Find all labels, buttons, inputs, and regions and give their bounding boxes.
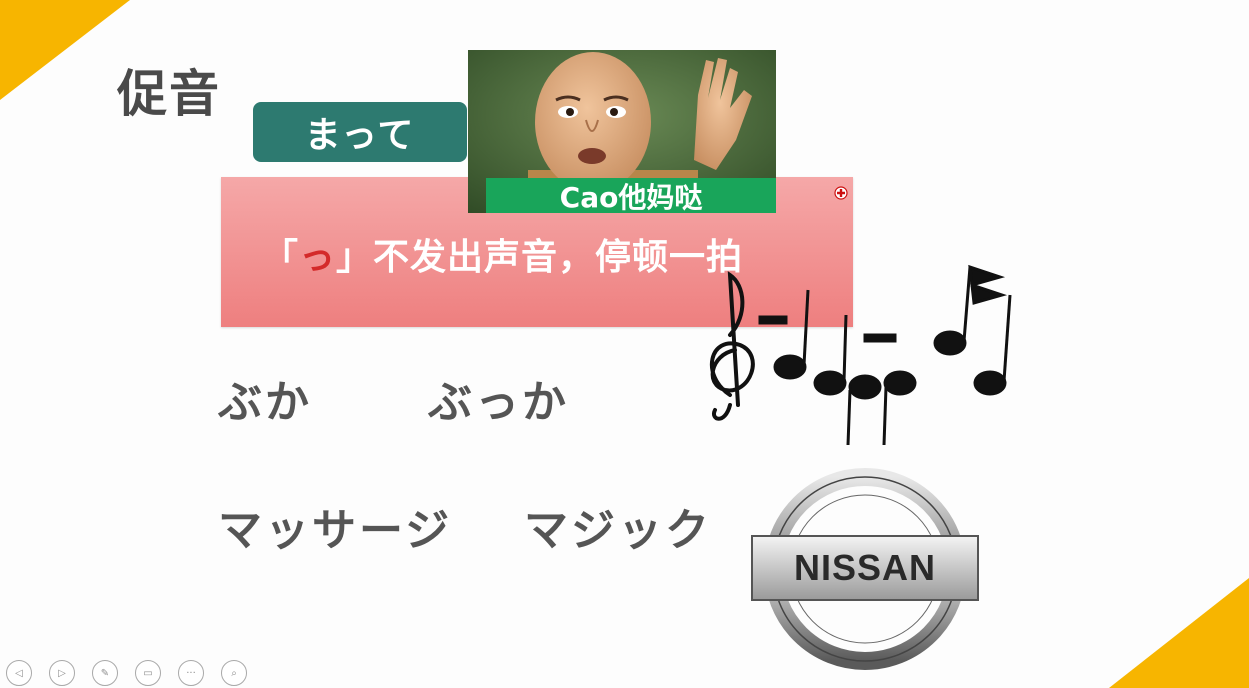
- corner-triangle-top-left: [0, 0, 130, 100]
- example-word-massage: マッサージ: [218, 505, 453, 556]
- pen-icon[interactable]: ✎: [92, 660, 118, 686]
- slide-canvas: 促音 まって 「っ」不发出声音，停顿一拍 Cao他妈哒 ぶか ぶっか マッサージ…: [0, 0, 1249, 688]
- slides-icon[interactable]: ▭: [135, 660, 161, 686]
- next-icon[interactable]: ▷: [49, 660, 75, 686]
- example-word-magic: マジック: [524, 505, 712, 556]
- player-controls: ◁ ▷ ✎ ▭ ··· ⌕: [6, 660, 247, 686]
- example-word-pill: まって: [253, 102, 467, 162]
- zoom-icon[interactable]: ⌕: [221, 660, 247, 686]
- meme-caption: Cao他妈哒: [486, 178, 776, 214]
- prev-icon[interactable]: ◁: [6, 660, 32, 686]
- music-notes-image: [710, 264, 1012, 446]
- slide-title: 促音: [117, 65, 221, 123]
- rule-highlight: っ: [299, 237, 337, 278]
- rule-open-bracket: 「: [262, 237, 300, 278]
- example-word-bukka: ぶっか: [428, 377, 569, 428]
- more-icon[interactable]: ···: [178, 660, 204, 686]
- corner-triangle-bottom-right: [1109, 578, 1249, 688]
- resize-handle[interactable]: [834, 186, 848, 200]
- nissan-logo: NISSAN: [751, 468, 979, 670]
- rule-text: 「っ」不发出声音，停顿一拍: [262, 228, 743, 280]
- rule-rest: 」不发出声音，停顿一拍: [336, 237, 744, 278]
- example-word-buka: ぶか: [218, 377, 312, 428]
- nissan-logo-text: NISSAN: [794, 547, 936, 588]
